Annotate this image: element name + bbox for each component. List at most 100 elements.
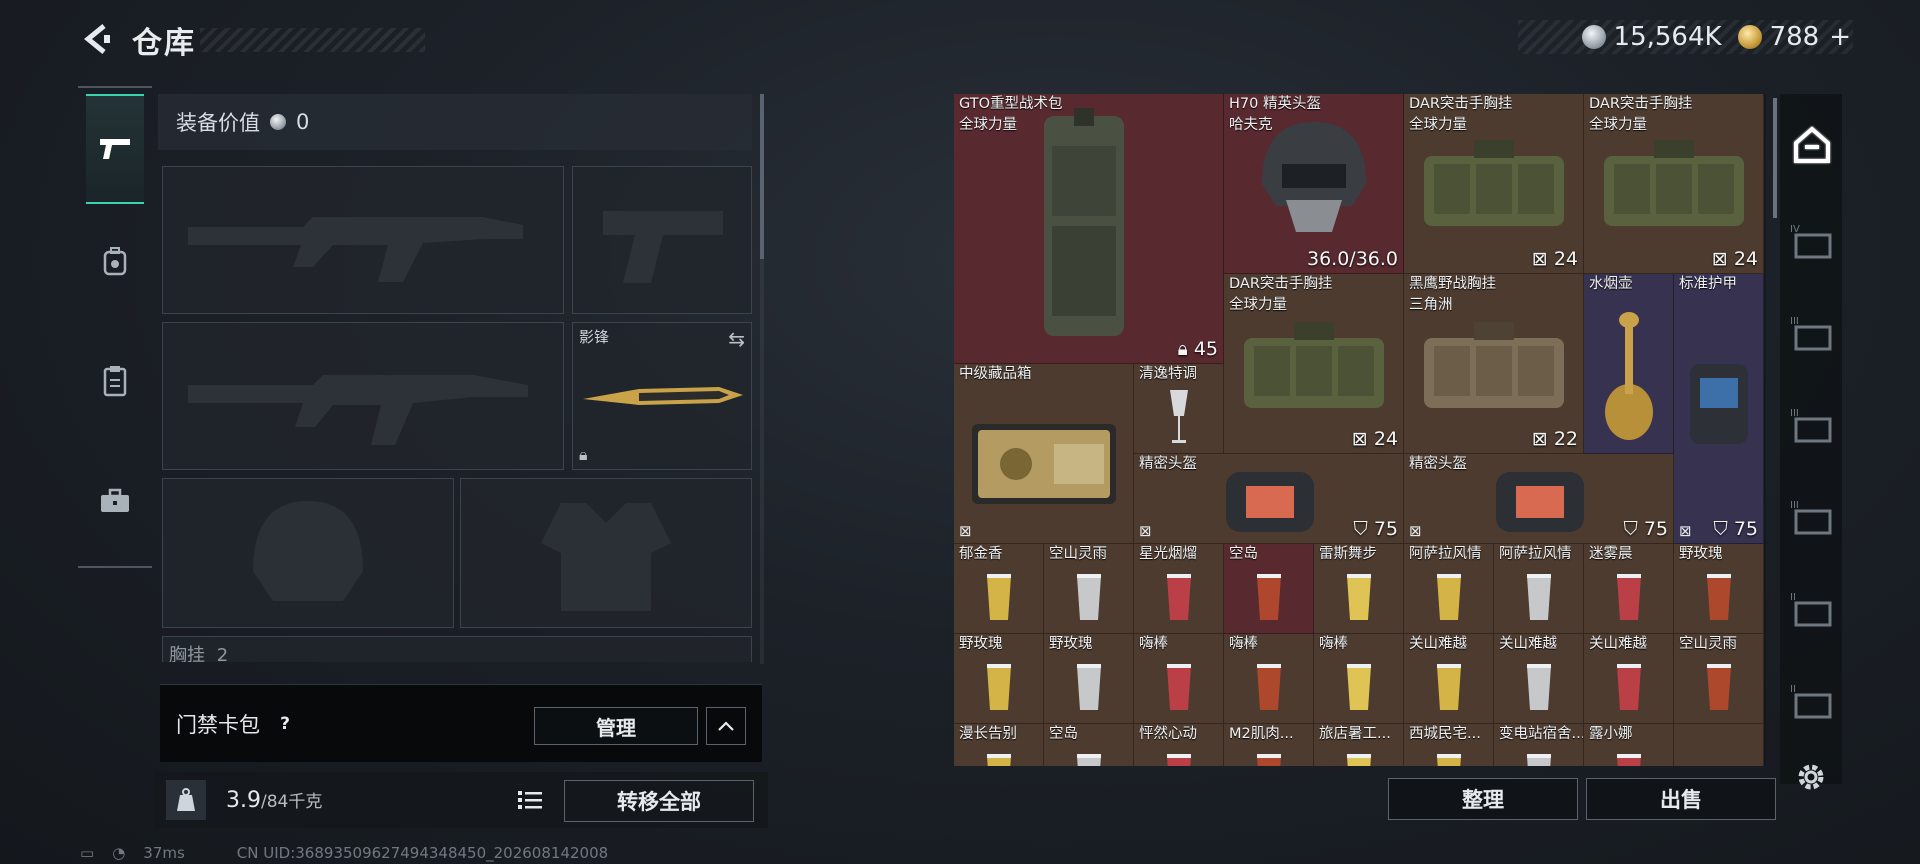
grid-item[interactable]: DAR突击手胸挂 全球力量 ⊠ 24 — [1584, 94, 1764, 274]
grid-item[interactable]: 怦然心动 — [1134, 724, 1224, 766]
back-arrow-icon[interactable] — [80, 22, 114, 56]
grid-item[interactable]: 野玫瑰 — [954, 634, 1044, 724]
primary-weapon-slot[interactable] — [162, 166, 564, 314]
item-name: 怦然心动 — [1139, 726, 1197, 742]
tab-shelf-iii-3[interactable]: III — [1788, 488, 1836, 546]
grid-item[interactable]: 阿萨拉风情 — [1404, 544, 1494, 634]
tab-firearms[interactable] — [86, 94, 144, 204]
item-name: 野玫瑰 — [959, 636, 1003, 652]
equipment-scroll-thumb[interactable] — [760, 94, 764, 259]
item-name: 漫长告别 — [959, 726, 1017, 742]
drink-image — [1527, 664, 1551, 710]
silver-coin-icon — [1581, 25, 1606, 49]
drink-image — [1347, 754, 1371, 766]
grid-item[interactable]: 漫长告别 — [954, 724, 1044, 766]
tab-shelf-ii-1[interactable]: II — [1788, 580, 1836, 638]
silver-coin-icon — [270, 114, 286, 130]
collapse-button[interactable] — [706, 707, 746, 745]
tab-case[interactable] — [86, 446, 144, 556]
grid-item[interactable]: 嗨棒 — [1134, 634, 1224, 724]
weight-current: 3.9 — [226, 788, 261, 813]
grid-item[interactable]: 郁金香 — [954, 544, 1044, 634]
item-name: 星光烟熘 — [1139, 546, 1197, 562]
tab-vest[interactable] — [86, 326, 144, 436]
drink-image — [1167, 664, 1191, 710]
swap-icon[interactable]: ⇆ — [728, 327, 745, 351]
drink-image — [1707, 574, 1731, 620]
grid-item[interactable]: 清逸特调 — [1134, 364, 1224, 454]
grid-item[interactable]: 精密头盔 ⊠ ⛉ 75 — [1134, 454, 1404, 544]
armor-slot[interactable] — [460, 478, 752, 628]
grid-item[interactable]: 野玫瑰 — [1044, 634, 1134, 724]
drink-image — [1077, 754, 1101, 766]
grid-item[interactable]: 关山难越 — [1584, 634, 1674, 724]
grid-item[interactable]: 精密头盔 ⊠ ⛉ 75 — [1404, 454, 1674, 544]
settings-gear-icon[interactable] — [1794, 760, 1828, 794]
grid-item[interactable]: 空岛 — [1224, 544, 1314, 634]
grid-item[interactable]: 西城民宅... — [1404, 724, 1494, 766]
pistol-slot[interactable] — [572, 166, 752, 314]
drink-image — [1347, 574, 1371, 620]
grid-item[interactable]: 关山难越 — [1494, 634, 1584, 724]
helmet-image — [1226, 472, 1314, 532]
grid-item[interactable]: 露小娜 — [1584, 724, 1674, 766]
shelf-ii-icon: II — [1790, 684, 1832, 719]
chest-rig-slot[interactable]: 胸挂 2 — [162, 636, 752, 662]
tab-shelf-iii-2[interactable]: III — [1788, 396, 1836, 454]
drink-image — [987, 574, 1011, 620]
grid-item[interactable]: 中级藏品箱 ⊠ — [954, 364, 1134, 544]
sell-button[interactable]: 出售 — [1586, 778, 1776, 820]
grid-item[interactable]: DAR突击手胸挂 全球力量 ⊠ 24 — [1404, 94, 1584, 274]
drink-image — [1257, 664, 1281, 710]
storage-shelf-tabs: IV III III III II II — [1780, 94, 1842, 790]
helmet-slot[interactable] — [162, 478, 454, 628]
grid-item[interactable]: 关山难越 — [1404, 634, 1494, 724]
item-name: 空岛 — [1049, 726, 1078, 742]
grid-item[interactable]: GTO重型战术包 全球力量 🔒︎ 45 — [954, 94, 1224, 364]
melee-slot[interactable]: 影锋 ⇆ 🔒︎ — [572, 322, 752, 470]
grid-item[interactable]: 嗨棒 — [1314, 634, 1404, 724]
manage-button[interactable]: 管理 — [534, 707, 698, 745]
grid-item[interactable]: 空山灵雨 — [1674, 634, 1764, 724]
transfer-all-button[interactable]: 转移全部 — [564, 780, 754, 822]
grid-item[interactable]: 黑鹰野战胸挂 三角洲 ⊠ 22 — [1404, 274, 1584, 454]
grid-item[interactable]: M2肌肉... — [1224, 724, 1314, 766]
tab-backpack[interactable] — [86, 206, 144, 316]
sort-button[interactable]: 整理 — [1388, 778, 1578, 820]
list-view-button[interactable] — [512, 782, 548, 818]
grid-item[interactable]: 星光烟熘 — [1134, 544, 1224, 634]
svg-text:III: III — [1790, 500, 1799, 511]
gold-coin-icon — [1737, 25, 1762, 49]
battery-icon: ▭ — [80, 844, 95, 862]
grid-item[interactable]: 水烟壶 — [1584, 274, 1674, 454]
help-icon[interactable]: ? — [274, 713, 296, 735]
grid-item[interactable]: 嗨棒 — [1224, 634, 1314, 724]
armor-silhouette-icon — [541, 503, 671, 611]
list-icon — [518, 791, 542, 809]
tab-shelf-ii-2[interactable]: II — [1788, 672, 1836, 730]
item-name: 阿萨拉风情 — [1499, 546, 1572, 562]
grid-item[interactable]: 迷雾晨 — [1584, 544, 1674, 634]
grid-item[interactable]: 空山灵雨 — [1044, 544, 1134, 634]
grid-item[interactable]: 变电站宿舍... — [1494, 724, 1584, 766]
tab-shelf-iii-1[interactable]: III — [1788, 304, 1836, 362]
grid-item[interactable]: 空岛 — [1044, 724, 1134, 766]
grid-item[interactable]: 旅店暑工... — [1314, 724, 1404, 766]
grid-item[interactable] — [1674, 724, 1764, 766]
plus-icon[interactable]: + — [1829, 22, 1851, 52]
tab-shelf-all[interactable] — [1788, 116, 1836, 174]
item-name: M2肌肉... — [1229, 726, 1294, 742]
tab-shelf-iv[interactable]: IV — [1788, 212, 1836, 270]
grid-item[interactable]: 标准护甲 ⊠ ⛉ 75 — [1674, 274, 1764, 544]
drink-image — [1077, 664, 1101, 710]
armor-image — [1690, 364, 1748, 444]
grid-item[interactable]: H70 精英头盔 哈夫克 36.0/36.0 — [1224, 94, 1404, 274]
drink-image — [1617, 754, 1641, 766]
grid-item[interactable]: 雷斯舞步 — [1314, 544, 1404, 634]
secondary-weapon-slot[interactable] — [162, 322, 564, 470]
grid-item[interactable]: 野玫瑰 — [1674, 544, 1764, 634]
grid-scroll-thumb[interactable] — [1773, 98, 1777, 218]
grid-item[interactable]: DAR突击手胸挂 全球力量 ⊠ 24 — [1224, 274, 1404, 454]
grid-item[interactable]: 阿萨拉风情 — [1494, 544, 1584, 634]
lock-icon: 🔒︎ — [579, 445, 588, 464]
